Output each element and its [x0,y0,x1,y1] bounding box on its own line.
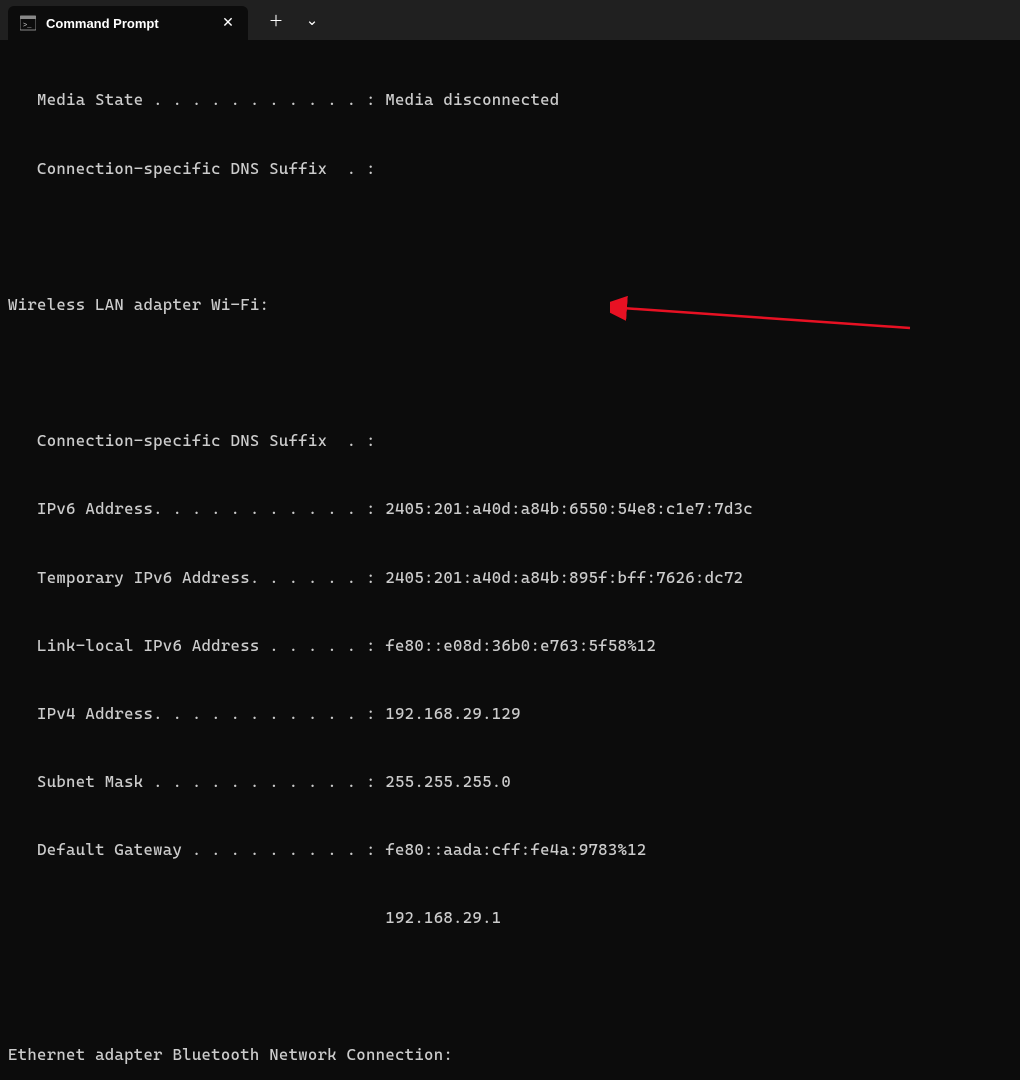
window-titlebar: >_ Command Prompt ✕ ＋ ⌄ [0,0,1020,40]
close-icon[interactable]: ✕ [220,15,236,31]
tab-dropdown-button[interactable]: ⌄ [302,10,322,30]
titlebar-actions: ＋ ⌄ [248,10,322,30]
output-line: Link-local IPv6 Address . . . . . : fe80… [8,635,1012,658]
output-line [8,362,1012,385]
output-line [8,226,1012,249]
output-line: Wireless LAN adapter Wi-Fi: [8,294,1012,317]
output-line: IPv4 Address. . . . . . . . . . . : 192.… [8,703,1012,726]
output-line [8,975,1012,998]
output-line: Ethernet adapter Bluetooth Network Conne… [8,1044,1012,1067]
output-line: Temporary IPv6 Address. . . . . . : 2405… [8,567,1012,590]
output-line: Connection-specific DNS Suffix . : [8,158,1012,181]
tab-active[interactable]: >_ Command Prompt ✕ [8,6,248,40]
output-line: Media State . . . . . . . . . . . : Medi… [8,89,1012,112]
terminal-icon: >_ [20,15,36,31]
svg-text:>_: >_ [23,22,32,30]
tab-title: Command Prompt [46,16,210,31]
output-line: Connection-specific DNS Suffix . : [8,430,1012,453]
output-line: 192.168.29.1 [8,907,1012,930]
new-tab-button[interactable]: ＋ [266,10,286,30]
terminal-output[interactable]: Media State . . . . . . . . . . . : Medi… [0,40,1020,1080]
output-line: Default Gateway . . . . . . . . . : fe80… [8,839,1012,862]
output-line: IPv6 Address. . . . . . . . . . . : 2405… [8,498,1012,521]
output-line: Subnet Mask . . . . . . . . . . . : 255.… [8,771,1012,794]
